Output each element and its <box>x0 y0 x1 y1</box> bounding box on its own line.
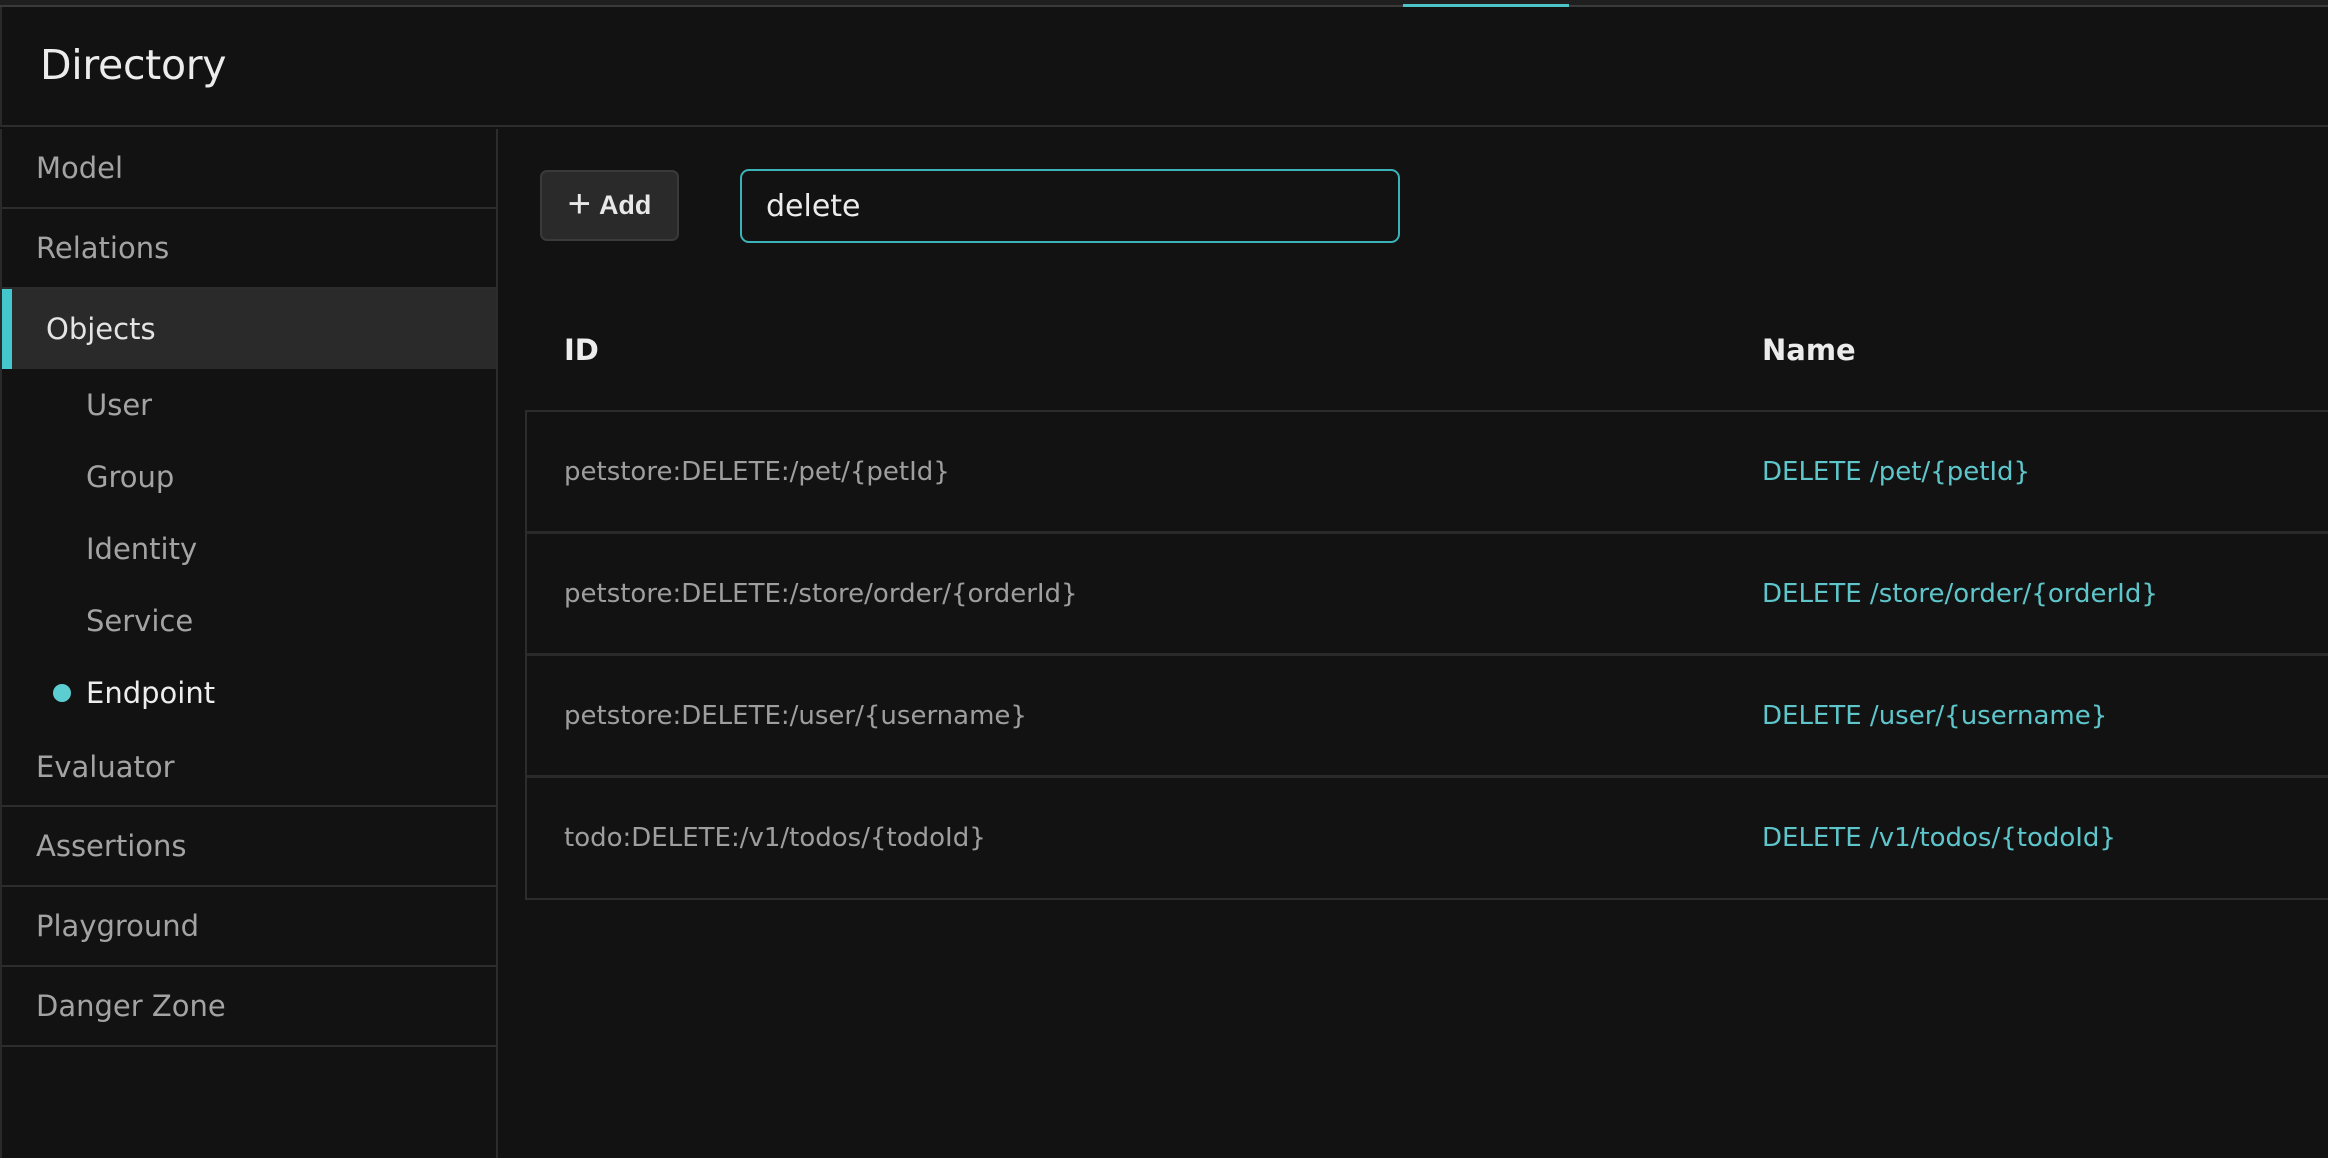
sidebar-item-label: Evaluator <box>36 750 175 784</box>
objects-table: ID Name petstore:DELETE:/pet/{petId} DEL… <box>525 289 2328 900</box>
sidebar-subitem-label: Service <box>86 604 194 638</box>
table-header: ID Name <box>525 289 2328 412</box>
table-row[interactable]: petstore:DELETE:/store/order/{orderId} D… <box>527 534 2328 656</box>
sidebar-subitem-user[interactable]: User <box>2 369 496 441</box>
sidebar-subitem-endpoint[interactable]: Endpoint <box>2 657 496 729</box>
sidebar-item-evaluator[interactable]: Evaluator <box>2 729 496 807</box>
add-button[interactable]: + Add <box>540 170 679 241</box>
sidebar-subitem-group[interactable]: Group <box>2 441 496 513</box>
sidebar-item-objects[interactable]: Objects <box>2 289 496 369</box>
sidebar-item-relations[interactable]: Relations <box>2 209 496 289</box>
sidebar-item-playground[interactable]: Playground <box>2 887 496 967</box>
page-header: Directory <box>0 7 2328 127</box>
sidebar-subitem-identity[interactable]: Identity <box>2 513 496 585</box>
cell-name-link[interactable]: DELETE /v1/todos/{todoId} <box>1762 823 2116 853</box>
active-indicator <box>2 289 12 369</box>
search-input[interactable] <box>740 169 1400 243</box>
sidebar-item-label: Objects <box>46 312 156 346</box>
column-header-id[interactable]: ID <box>525 333 1762 367</box>
main-content: + Add ID Name petstore:DELETE:/pet/{petI… <box>498 129 2328 1158</box>
sidebar-subitem-label: Identity <box>86 532 198 566</box>
column-header-name[interactable]: Name <box>1762 333 1856 367</box>
table-body: petstore:DELETE:/pet/{petId} DELETE /pet… <box>525 412 2328 900</box>
sidebar-subitem-service[interactable]: Service <box>2 585 496 657</box>
sidebar-item-label: Playground <box>36 909 200 943</box>
sidebar-subitem-label: Endpoint <box>86 676 216 710</box>
sidebar-item-danger-zone[interactable]: Danger Zone <box>2 967 496 1047</box>
cell-name-link[interactable]: DELETE /pet/{petId} <box>1762 457 2030 487</box>
active-dot-icon <box>53 684 71 702</box>
sidebar-item-label: Relations <box>36 231 170 265</box>
cell-name-link[interactable]: DELETE /user/{username} <box>1762 701 2107 731</box>
objects-sub-list: User Group Identity Service Endpoint <box>2 369 496 729</box>
add-button-label: Add <box>598 190 652 220</box>
sidebar-item-label: Model <box>36 151 124 185</box>
sidebar-subitem-label: Group <box>86 460 175 494</box>
cell-id: todo:DELETE:/v1/todos/{todoId} <box>564 823 986 853</box>
cell-id: petstore:DELETE:/store/order/{orderId} <box>564 578 1078 609</box>
plus-icon: + <box>567 181 591 226</box>
top-tab-bar <box>0 0 2328 7</box>
table-row[interactable]: petstore:DELETE:/pet/{petId} DELETE /pet… <box>527 412 2328 534</box>
table-row[interactable]: todo:DELETE:/v1/todos/{todoId} DELETE /v… <box>527 778 2328 900</box>
page-title: Directory <box>40 41 227 89</box>
table-row[interactable]: petstore:DELETE:/user/{username} DELETE … <box>527 656 2328 778</box>
cell-id: petstore:DELETE:/user/{username} <box>564 700 1027 731</box>
cell-id: petstore:DELETE:/pet/{petId} <box>564 456 950 487</box>
sidebar-item-label: Assertions <box>36 829 187 863</box>
sidebar-item-assertions[interactable]: Assertions <box>2 807 496 887</box>
sidebar: Model Relations Objects User Group Ident… <box>0 129 498 1158</box>
sidebar-item-model[interactable]: Model <box>2 129 496 209</box>
cell-name-link[interactable]: DELETE /store/order/{orderId} <box>1762 579 2158 609</box>
sidebar-item-label: Danger Zone <box>36 989 226 1023</box>
sidebar-subitem-label: User <box>86 388 153 422</box>
